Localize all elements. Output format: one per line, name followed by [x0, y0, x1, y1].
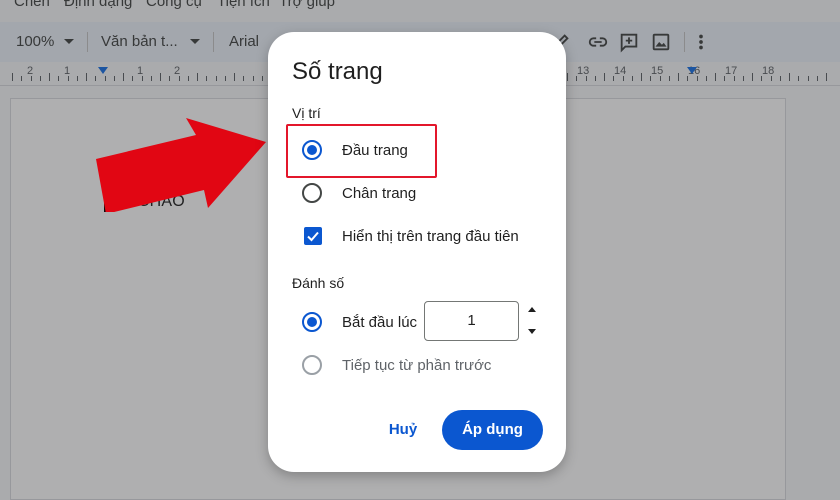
- apply-button[interactable]: Áp dụng: [442, 410, 543, 450]
- position-section-label: Vị trí: [292, 105, 321, 121]
- show-first-page-checkbox[interactable]: [304, 227, 322, 245]
- checkmark-icon: [307, 231, 319, 242]
- highlight-box: [286, 124, 437, 178]
- start-at-radio[interactable]: [302, 312, 322, 332]
- continue-radio[interactable]: [302, 355, 322, 375]
- start-number-input[interactable]: 1: [424, 301, 519, 341]
- increment-arrow-icon[interactable]: [528, 307, 536, 312]
- continue-option-label[interactable]: Tiếp tục từ phần trước: [342, 357, 491, 374]
- decrement-arrow-icon[interactable]: [528, 329, 536, 334]
- dialog-title: Số trang: [292, 58, 383, 85]
- start-at-label[interactable]: Bắt đầu lúc: [342, 314, 417, 331]
- cancel-button[interactable]: Huỷ: [378, 410, 428, 450]
- show-first-page-label[interactable]: Hiển thị trên trang đầu tiên: [342, 228, 519, 245]
- footer-radio[interactable]: [302, 183, 322, 203]
- page-number-dialog: Số trang Vị trí Đầu trang Chân trang Hiể…: [268, 32, 566, 472]
- footer-option-label[interactable]: Chân trang: [342, 185, 416, 202]
- red-arrow-annotation: [96, 118, 266, 212]
- numbering-section-label: Đánh số: [292, 275, 345, 291]
